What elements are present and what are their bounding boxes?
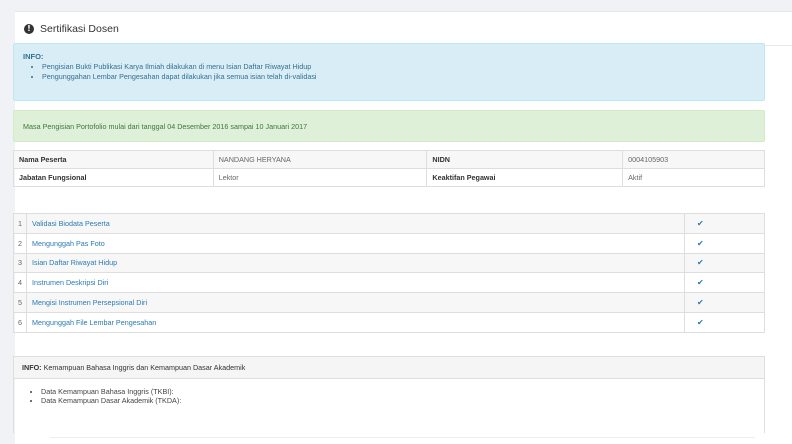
check-icon: ✔ [684,292,765,313]
step-row: 3 Isian Daftar Riwayat Hidup ✔ [13,252,765,274]
nidn-value: 0004105903 [622,150,765,169]
nidn-label: NIDN [426,150,624,169]
step-row: 4 Instrumen Deskripsi Diri ✔ [13,272,765,294]
step-link-deskripsi-diri[interactable]: Instrumen Deskripsi Diri [32,278,108,287]
step-number: 1 [13,213,27,234]
tkda-item: Data Kemampuan Dasar Akademik (TKDA): [41,396,764,405]
portfolio-period-text: Masa Pengisian Portofolio mulai dari tan… [23,121,308,131]
keaktifan-value: Aktif [622,168,765,187]
check-icon: ✔ [684,272,765,294]
info-alert-item: Pengisian Bukti Publikasi Karya Ilmiah d… [42,62,755,72]
nama-label: Nama Peserta [13,150,214,169]
keaktifan-label: Keaktifan Pegawai [426,168,624,187]
info-circle-icon: ! [24,23,34,34]
step-number: 6 [13,311,27,333]
info-alert-item: Pengunggahan Lembar Pengesahan dapat dil… [42,72,755,82]
info-alert-title: INFO: [23,52,44,61]
step-row: 5 Mengisi Instrumen Persepsional Diri ✔ [13,292,765,313]
check-icon: ✔ [684,232,765,254]
step-link-riwayat-hidup[interactable]: Isian Daftar Riwayat Hidup [32,258,117,267]
nama-value: NANDANG HERYANA [212,150,428,169]
divider [50,437,755,438]
profile-table: Nama Peserta NANDANG HERYANA NIDN 000410… [13,150,765,187]
table-row: Jabatan Fungsional Lektor Keaktifan Pega… [13,168,765,187]
step-row: 2 Mengunggah Pas Foto ✔ [13,232,765,254]
step-number: 5 [13,292,27,313]
tkbi-item: Data Kemampuan Bahasa Inggris (TKBI): [41,387,764,396]
page-title: Sertifikasi Dosen [40,22,119,35]
steps-table: 1 Validasi Biodata Peserta ✔ 2 Mengungga… [13,213,765,333]
check-icon: ✔ [684,311,765,333]
step-number: 4 [13,272,27,294]
jabatan-value: Lektor [212,168,428,187]
step-link-pas-foto[interactable]: Mengunggah Pas Foto [32,239,105,248]
panel-heading: INFO: Kemampuan Bahasa Inggris dan Kemam… [14,357,764,379]
card-header: ! Sertifikasi Dosen [15,12,792,46]
kemampuan-info-panel: INFO: Kemampuan Bahasa Inggris dan Kemam… [13,356,765,438]
step-number: 2 [13,232,27,254]
table-row: Nama Peserta NANDANG HERYANA NIDN 000410… [13,150,765,169]
panel-body: Data Kemampuan Bahasa Inggris (TKBI): Da… [14,379,764,405]
panel-heading-bold: INFO: [22,363,42,372]
portfolio-period-alert: Masa Pengisian Portofolio mulai dari tan… [13,110,765,142]
step-link-validasi-biodata[interactable]: Validasi Biodata Peserta [32,219,110,228]
check-icon: ✔ [684,252,765,274]
panel-heading-text: Kemampuan Bahasa Inggris dan Kemampuan D… [43,363,246,372]
check-icon: ✔ [684,213,765,234]
info-alert: INFO: Pengisian Bukti Publikasi Karya Il… [13,43,765,101]
panel-list: Data Kemampuan Bahasa Inggris (TKBI): Da… [41,387,764,405]
step-row: 1 Validasi Biodata Peserta ✔ [13,213,765,234]
step-row: 6 Mengunggah File Lembar Pengesahan ✔ [13,311,765,333]
step-link-lembar-pengesahan[interactable]: Mengunggah File Lembar Pengesahan [32,318,156,327]
step-link-persepsional-diri[interactable]: Mengisi Instrumen Persepsional Diri [32,298,147,307]
step-number: 3 [13,252,27,274]
info-alert-list: Pengisian Bukti Publikasi Karya Ilmiah d… [42,62,755,82]
jabatan-label: Jabatan Fungsional [13,168,214,187]
